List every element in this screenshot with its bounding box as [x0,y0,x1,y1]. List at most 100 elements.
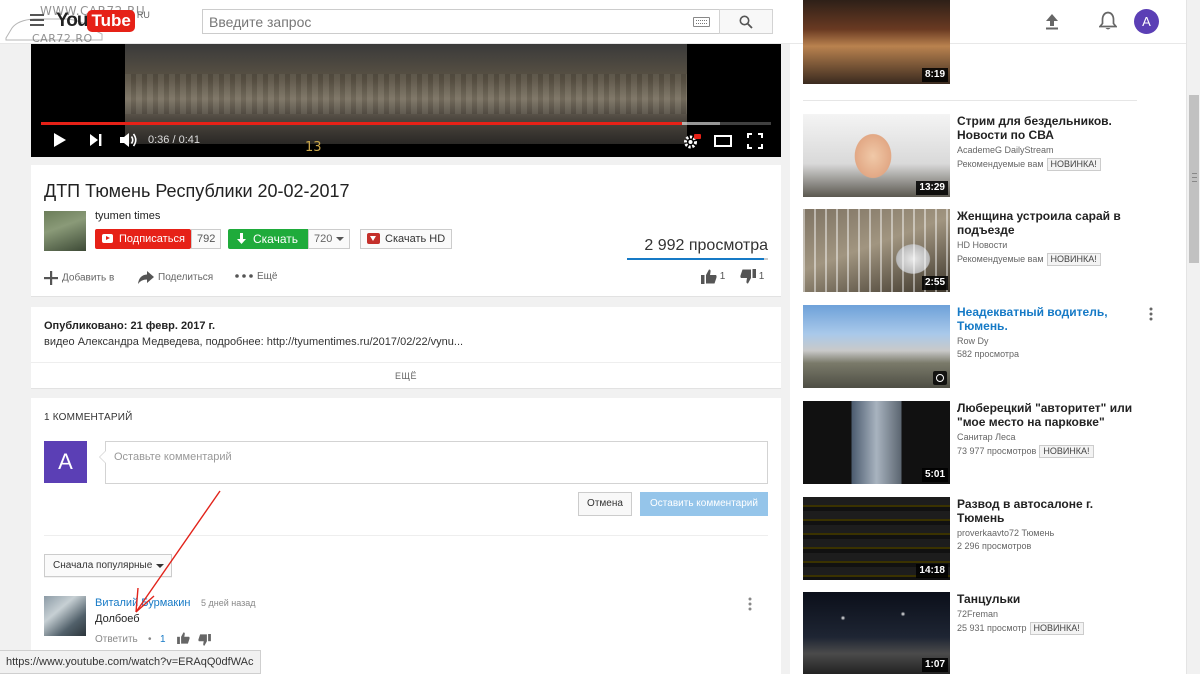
related-video-title[interactable]: Неадекватный водитель, Тюмень. [957,305,1139,333]
volume-icon[interactable] [119,132,139,148]
share-label: Поделиться [158,272,214,284]
related-video-item[interactable]: 2:55 Женщина устроила сарай в подъезде H… [803,209,1173,292]
related-video-thumbnail[interactable] [803,305,950,388]
video-duration: 13:29 [916,181,948,195]
sidebar-divider [803,100,1137,101]
more-actions-button[interactable]: Ещё [235,271,277,282]
download-hd-button[interactable]: Скачать HD [360,229,453,249]
thumbs-up-icon [701,269,717,284]
video-title: ДТП Тюмень Республики 20-02-2017 [44,181,350,201]
related-video-meta: 25 931 просмотр НОВИНКА! [957,622,1084,635]
theater-mode-icon[interactable] [714,135,732,147]
video-frame-text: 13 [305,140,322,155]
related-video-thumbnail[interactable]: 1:07 [803,592,950,674]
related-video-thumbnail[interactable]: 8:19 [803,0,950,84]
related-video-title[interactable]: Танцульки [957,592,1139,606]
keyboard-icon[interactable] [693,17,710,27]
related-video-item[interactable]: 13:29 Стрим для бездельников. Новости по… [803,114,1173,197]
publish-date: Опубликовано: 21 февр. 2017 г. [44,320,216,332]
more-actions-label: Ещё [257,271,278,282]
related-video-meta: 582 просмотра [957,349,1020,359]
comment-menu-icon[interactable] [748,597,752,611]
comment-thumbs-up-icon[interactable] [177,632,190,644]
related-video-title[interactable]: Развод в автосалоне г. Тюмень [957,497,1139,525]
related-video-meta-text: Рекомендуемые вам [957,254,1044,264]
related-video-title[interactable]: Стрим для бездельников. Новости по СВА [957,114,1139,142]
related-video-channel: proverkaavto72 Тюмень [957,528,1055,538]
related-videos-sidebar: 8:19 13:29 Стрим для бездельников. Новос… [790,0,1186,674]
download-button[interactable]: Скачать [228,229,308,249]
watch-later-icon[interactable] [933,371,947,385]
time-display: 0:36 / 0:41 [148,134,200,146]
related-video-item[interactable]: 8:19 [803,0,1173,84]
related-video-item[interactable]: 14:18 Развод в автосалоне г. Тюмень prov… [803,497,1173,580]
related-video-meta-text: 25 931 просмотр [957,623,1027,633]
video-duration: 8:19 [921,68,948,82]
dislike-button[interactable]: 1 [740,269,764,284]
add-to-button[interactable]: Добавить в [44,271,114,285]
reply-button[interactable]: Ответить [95,634,138,645]
search-icon [739,15,753,29]
youtube-logo[interactable]: You Tube RU [56,10,150,34]
progress-bar[interactable] [41,122,771,125]
like-button[interactable]: 1 [701,269,725,284]
related-video-title[interactable]: Женщина устроила сарай в подъезде [957,209,1139,237]
commenter-avatar: A [44,441,87,483]
related-video-channel: HD Новости [957,240,1008,250]
page-scrollbar[interactable] [1186,0,1200,674]
video-menu-icon[interactable] [1149,307,1153,321]
share-arrow-icon [138,271,154,284]
share-button[interactable]: Поделиться [138,271,213,284]
video-player[interactable]: 0:36 / 0:41 13 [31,44,781,157]
cancel-comment-button[interactable]: Отмена [578,492,632,516]
description-divider [31,362,781,363]
new-badge: НОВИНКА! [1046,158,1101,171]
related-video-channel: AcademeG DailyStream [957,145,1054,155]
search-input[interactable] [203,10,673,33]
download-count-dropdown[interactable]: 720 [308,229,350,249]
comment-author-avatar[interactable] [44,596,86,636]
more-dots-icon [235,274,253,279]
related-video-meta: Рекомендуемые вам НОВИНКА! [957,158,1101,171]
related-video-item[interactable]: 5:01 Люберецкий "авторитет" или "мое мес… [803,401,1173,484]
related-video-item[interactable]: 1:07 Танцульки 72Freman 25 931 просмотр Н… [803,592,1173,674]
related-video-channel: 72Freman [957,609,999,619]
related-video-thumbnail[interactable]: 5:01 [803,401,950,484]
comment-separator: • [148,634,152,645]
add-to-label: Добавить в [62,272,115,284]
search-button[interactable] [719,9,773,34]
related-video-item[interactable]: Неадекватный водитель, Тюмень. Row Dy 58… [803,305,1173,388]
fullscreen-icon[interactable] [747,133,763,149]
thumbs-down-icon [740,269,756,284]
related-video-thumbnail[interactable]: 14:18 [803,497,950,580]
video-duration: 1:07 [921,658,948,672]
video-frame[interactable] [125,44,687,144]
next-icon[interactable] [89,134,102,146]
settings-gear-icon[interactable] [683,134,701,150]
logo-tube: Tube [87,10,135,32]
related-video-title[interactable]: Люберецкий "авторитет" или "мое место на… [957,401,1139,429]
guide-menu-icon[interactable] [30,14,44,26]
comment-input[interactable] [114,451,754,463]
browser-status-url: https://www.youtube.com/watch?v=ERAqQ0df… [0,650,261,674]
related-video-thumbnail[interactable]: 13:29 [803,114,950,197]
view-count: 2 992 просмотра [644,237,768,254]
channel-thumbnail[interactable] [44,211,86,251]
scrollbar-grip-icon [1192,173,1197,182]
related-video-meta-text: 73 977 просмотров [957,446,1037,456]
download-label: Скачать [253,232,298,246]
video-duration: 2:55 [921,276,948,290]
logo-region: RU [136,10,150,20]
related-video-thumbnail[interactable]: 2:55 [803,209,950,292]
subscribe-button[interactable]: Подписаться [95,229,191,249]
description-card: Опубликовано: 21 февр. 2017 г. видео Але… [31,307,781,389]
post-comment-button[interactable]: Оставить комментарий [640,492,768,516]
comment-thumbs-down-icon[interactable] [198,634,211,646]
related-video-meta: 2 296 просмотров [957,541,1032,551]
video-info-card: ДТП Тюмень Республики 20-02-2017 tyumen … [31,165,781,297]
channel-name[interactable]: tyumen times [95,210,160,222]
logo-you: You [56,10,89,31]
related-video-meta: 73 977 просмотров НОВИНКА! [957,445,1094,458]
play-icon[interactable] [53,132,67,148]
show-more-button[interactable]: ЕЩЁ [31,371,781,381]
